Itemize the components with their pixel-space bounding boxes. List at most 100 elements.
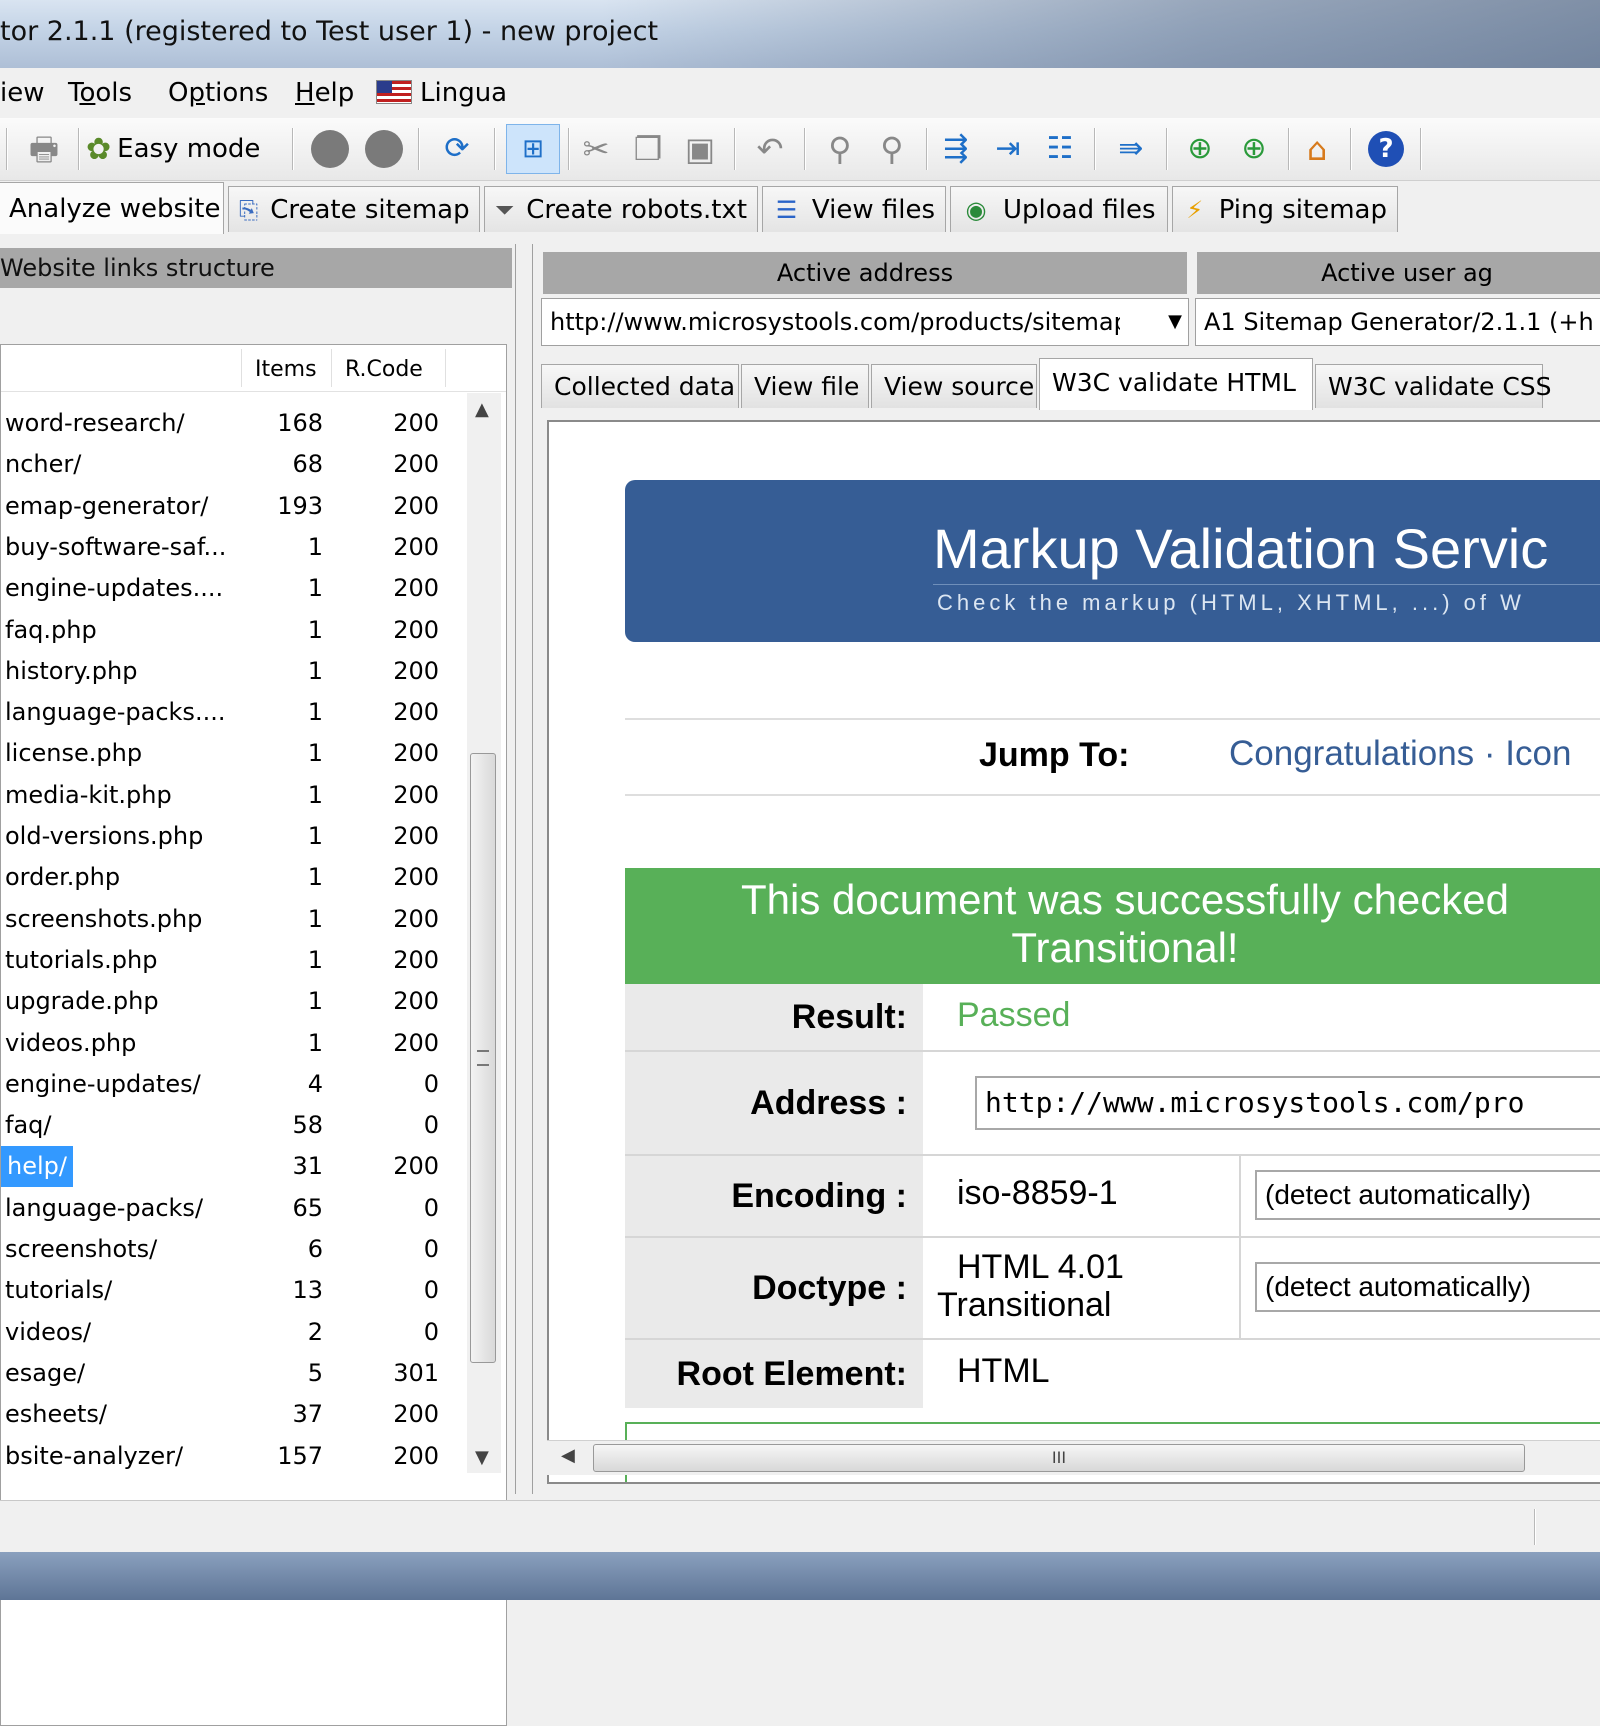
refresh-button[interactable]: ⟳ — [432, 124, 482, 174]
tab-label: Ping sitemap — [1218, 194, 1387, 225]
tree-row[interactable]: license.php 1 200 — [1, 733, 471, 774]
tree-row[interactable]: buy-software-saf... 1 200 — [1, 527, 471, 568]
result-value: Passed — [957, 996, 1071, 1034]
expand-all-button[interactable]: ☷ — [1038, 124, 1082, 174]
tree-row[interactable]: tutorials/13 0 — [1, 1270, 471, 1311]
tab-analyze-website[interactable]: Analyze website — [0, 182, 224, 234]
tree-row[interactable]: videos.php 1 200 — [1, 1023, 471, 1064]
tree-view-button[interactable]: ⊞ — [506, 124, 560, 174]
tree-row[interactable]: esage/5 301 — [1, 1353, 471, 1394]
tree-row[interactable]: media-kit.php 1 200 — [1, 775, 471, 816]
chevron-down-icon[interactable]: ▼ — [1168, 299, 1182, 345]
scroll-thumb[interactable] — [470, 753, 496, 1363]
active-user-agent-combo[interactable]: A1 Sitemap Generator/2.1.1 (+h — [1195, 298, 1600, 346]
find-button[interactable]: ⚲ — [818, 124, 862, 174]
tab-w3c-validate-html[interactable]: W3C validate HTML — [1039, 358, 1313, 410]
tab-label: Analyze website — [9, 193, 221, 224]
tab-create-robots[interactable]: ⏷ Create robots.txt — [484, 186, 758, 232]
tree-row[interactable]: language-packs/65 0 — [1, 1188, 471, 1229]
tree-row[interactable]: word-research/168 200 — [1, 403, 471, 444]
undo-button[interactable]: ↶ — [748, 124, 792, 174]
tree-row[interactable]: videos/2 0 — [1, 1312, 471, 1353]
tree-row[interactable]: screenshots/6 0 — [1, 1229, 471, 1270]
address-field[interactable]: http://www.microsystools.com/pro — [975, 1076, 1600, 1130]
copy-button[interactable]: ❐ — [626, 124, 670, 174]
help-button[interactable]: ? — [1362, 124, 1410, 174]
tree-row[interactable]: bsite-analyzer/157 200 — [1, 1436, 471, 1477]
right-panel: Active address Active user ag http://www… — [532, 244, 1600, 1494]
stop-button[interactable] — [362, 124, 406, 174]
tab-view-file[interactable]: View file — [741, 364, 869, 408]
menu-lingua[interactable]: Lingua — [376, 78, 507, 108]
tree-row-rcode: 200 — [393, 491, 439, 520]
tab-upload-files[interactable]: ◉ Upload files — [950, 186, 1168, 232]
tab-collected-data[interactable]: Collected data — [541, 364, 739, 408]
collapse-button[interactable]: ⇥ — [986, 124, 1030, 174]
column-items[interactable]: Items — [255, 357, 317, 382]
tab-view-source[interactable]: View source — [871, 364, 1037, 408]
tree-row[interactable]: help/31 200 — [1, 1146, 471, 1188]
tree-row-name: upgrade.php — [5, 987, 159, 1016]
tree-row[interactable]: history.php 1 200 — [1, 651, 471, 692]
tree-row[interactable]: order.php 1 200 — [1, 857, 471, 898]
paste-button[interactable]: ▣ — [678, 124, 722, 174]
scroll-down-icon[interactable]: ▼ — [475, 1447, 489, 1468]
home-button[interactable]: ⌂ — [1294, 124, 1340, 174]
column-rcode[interactable]: R.Code — [345, 357, 423, 382]
active-user-agent-value: A1 Sitemap Generator/2.1.1 (+h — [1204, 308, 1594, 336]
print-button[interactable]: 🖶 — [20, 124, 68, 174]
tree-row[interactable]: faq.php 1 200 — [1, 610, 471, 651]
flag-icon — [376, 80, 412, 104]
tree-row[interactable]: language-packs.... 1 200 — [1, 692, 471, 733]
tree-row[interactable]: emap-generator/193 200 — [1, 486, 471, 527]
vertical-scrollbar[interactable]: ▲ ▼ — [467, 393, 501, 1473]
tree-row[interactable]: old-versions.php 1 200 — [1, 816, 471, 857]
find-next-button[interactable]: ⚲ — [870, 124, 914, 174]
tree-row-items: 193 — [277, 491, 323, 520]
tab-label: View files — [811, 194, 935, 225]
scroll-left-icon[interactable]: ◀ — [561, 1445, 575, 1466]
tab-ping-sitemap[interactable]: ⚡ Ping sitemap — [1172, 186, 1398, 232]
tree-row[interactable]: upgrade.php 1 200 — [1, 981, 471, 1022]
tab-w3c-validate-css[interactable]: W3C validate CSS — [1315, 364, 1552, 408]
encoding-select[interactable]: (detect automatically) — [1255, 1170, 1600, 1220]
menu-help[interactable]: Help — [295, 78, 354, 108]
tree-row-rcode: 200 — [393, 863, 439, 892]
jump-to-links[interactable]: Congratulations · Icon — [1229, 734, 1571, 774]
scroll-up-icon[interactable]: ▲ — [475, 399, 489, 420]
tab-view-files[interactable]: ☰ View files — [762, 186, 946, 232]
cut-button[interactable]: ✂ — [574, 124, 618, 174]
easy-mode-button[interactable]: ✿ Easy mode — [86, 124, 282, 174]
expand-button[interactable]: ⇶ — [934, 124, 978, 174]
menu-view[interactable]: iew — [0, 78, 44, 108]
tree-row-items: 1 — [307, 945, 323, 974]
start-button[interactable] — [308, 124, 352, 174]
scroll-thumb[interactable]: III — [593, 1444, 1525, 1472]
tree-row[interactable]: ncher/68 200 — [1, 444, 471, 485]
tree-row[interactable]: screenshots.php 1 200 — [1, 899, 471, 940]
tree-row[interactable]: tutorials.php 1 200 — [1, 940, 471, 981]
doctype-select[interactable]: (detect automatically) — [1255, 1262, 1600, 1312]
add-child-button[interactable]: ⊕ — [1232, 124, 1276, 174]
horizontal-scrollbar[interactable]: ◀ III — [547, 1440, 1600, 1475]
active-address-combo[interactable]: http://www.microsystools.com/products/si… — [541, 298, 1189, 346]
tree-row[interactable]: esheets/37 200 — [1, 1394, 471, 1435]
add-child-icon: ⊕ — [1241, 131, 1267, 166]
menu-options[interactable]: Options — [168, 78, 268, 108]
tree-row[interactable]: faq/58 0 — [1, 1105, 471, 1146]
tab-create-sitemap[interactable]: ⎘ Create sitemap — [228, 186, 480, 232]
tree-row-rcode: 200 — [393, 1441, 439, 1470]
add-node-button[interactable]: ⊕ — [1178, 124, 1222, 174]
tree-row[interactable]: engine-updates.... 1 200 — [1, 568, 471, 609]
move-button[interactable]: ⇛ — [1106, 124, 1156, 174]
tree-row[interactable]: engine-updates/4 0 — [1, 1064, 471, 1105]
menu-tools[interactable]: Tools — [68, 78, 132, 108]
tree-row-name: ncher/ — [5, 450, 82, 479]
active-address-header: Active address — [543, 252, 1187, 294]
web-browser-view[interactable]: Markup Validation Servic Check the marku… — [547, 420, 1600, 1484]
easy-mode-label: Easy mode — [117, 134, 261, 164]
tree-row-name: license.php — [5, 739, 143, 768]
tree-row-name: faq/ — [5, 1111, 52, 1140]
collapse-tree-icon: ⇥ — [995, 131, 1021, 166]
globe-icon: ◉ — [965, 195, 987, 224]
